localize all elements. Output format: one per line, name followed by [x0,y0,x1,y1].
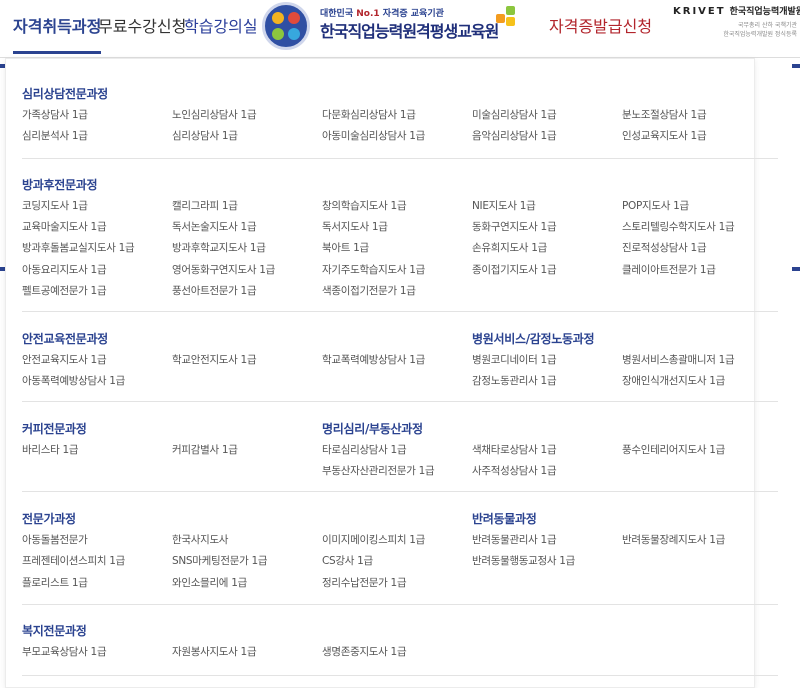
section-title-safety: 안전교육전문과정 [22,332,108,346]
course-link[interactable]: 부동산자산관리전문가 1급 [322,463,435,478]
course-link[interactable]: 음악심리상담사 1급 [472,128,557,143]
course-link[interactable]: 플로리스트 1급 [22,575,88,590]
section-divider [22,604,778,605]
section-title-afterschool: 방과후전문과정 [22,178,98,192]
krivet-line1: 국무총리 산하 국책기관 [737,22,797,29]
course-link[interactable]: 이미지메이킹스피치 1급 [322,532,425,547]
course-link[interactable]: NIE지도사 1급 [472,198,536,213]
course-link[interactable]: 풍수인테리어지도사 1급 [622,442,725,457]
section-title-counsel: 심리상담전문과정 [22,87,108,101]
course-link[interactable]: 바리스타 1급 [22,442,79,457]
course-link[interactable]: 아동미술심리상담사 1급 [322,128,425,143]
section-title-hospital: 병원서비스/감정노동과정 [472,332,595,346]
course-link[interactable]: 학교안전지도사 1급 [172,352,257,367]
course-link[interactable]: 안전교육지도사 1급 [22,352,107,367]
krivet-name: KRIVET [673,6,726,17]
course-link[interactable]: 타로심리상담사 1급 [322,442,407,457]
course-link[interactable]: 미술심리상담사 1급 [472,107,557,122]
course-link[interactable]: 아동요리지도사 1급 [22,262,107,277]
nav-cert-issue[interactable]: 자격증발급신청 [549,13,652,37]
krivet-line2: 한국직업능력개발원 정식등록 [723,31,797,38]
course-link[interactable]: 인성교육지도사 1급 [622,128,707,143]
section-divider [22,311,778,312]
course-link[interactable]: 영어동화구연지도사 1급 [172,262,275,277]
course-link[interactable]: 종이접기지도사 1급 [472,262,557,277]
course-link[interactable]: 독서논술지도사 1급 [172,219,257,234]
course-link[interactable]: 가족상담사 1급 [22,107,88,122]
course-link[interactable]: 병원서비스총괄매니저 1급 [622,352,735,367]
course-link[interactable]: 생명존중지도사 1급 [322,644,407,659]
section-title-pet: 반려동물과정 [472,512,537,526]
course-link[interactable]: 코딩지도사 1급 [22,198,88,213]
section-divider [22,401,778,402]
krivet-korean: 한국직업능력개발원 [729,7,800,17]
course-link[interactable]: 부모교육상담사 1급 [22,644,107,659]
course-link[interactable]: 색채타로상담사 1급 [472,442,557,457]
top-navigation-bar: 자격취득과정 무료수강신청 학습강의실 대한민국 No.1 자격증 교육기관 한… [0,0,800,58]
course-link[interactable]: 풍선아트전문가 1급 [172,283,257,298]
course-link[interactable]: 반려동물관리사 1급 [472,532,557,547]
course-link[interactable]: 정리수납전문가 1급 [322,575,407,590]
course-link[interactable]: 캘리그라피 1급 [172,198,238,213]
course-link[interactable]: 한국사지도사 [172,532,228,547]
course-link[interactable]: 아동폭력예방상담사 1급 [22,373,125,388]
course-link[interactable]: 아동돌봄전문가 [22,532,88,547]
course-link[interactable]: 병원코디네이터 1급 [472,352,557,367]
course-link[interactable]: 펠트공예전문가 1급 [22,283,107,298]
site-logo[interactable]: 대한민국 No.1 자격증 교육기관 한국직업능력원격평생교육원 [262,2,522,50]
course-link[interactable]: 진로적성상담사 1급 [622,240,707,255]
section-title-expert: 전문가과정 [22,512,76,526]
course-link[interactable]: 다문화심리상담사 1급 [322,107,416,122]
course-link[interactable]: 학교폭력예방상담사 1급 [322,352,425,367]
course-link[interactable]: 클레이아트전문가 1급 [622,262,716,277]
course-link[interactable]: 노인심리상담사 1급 [172,107,257,122]
course-link[interactable]: 감정노동관리사 1급 [472,373,557,388]
course-link[interactable]: 분노조절상담사 1급 [622,107,707,122]
course-link[interactable]: 반려동물장례지도사 1급 [622,532,725,547]
section-divider [22,675,778,676]
nav-certification[interactable]: 자격취득과정 [13,13,102,54]
section-title-welfare: 복지전문과정 [22,624,87,638]
course-link[interactable]: 북아트 1급 [322,240,369,255]
course-link[interactable]: 반려동물행동교정사 1급 [472,553,575,568]
logo-name: 한국직업능력원격평생교육원 [320,22,499,41]
right-marker [792,267,800,271]
krivet-logo: KRIVET 한국직업능력개발원 국무총리 산하 국책기관 한국직업능력개발원 정… [673,4,800,44]
nav-free-course[interactable]: 무료수강신청 [98,13,186,37]
course-link[interactable]: 심리상담사 1급 [172,128,238,143]
course-link[interactable]: 독서지도사 1급 [322,219,388,234]
course-link[interactable]: 방과후학교지도사 1급 [172,240,266,255]
course-link[interactable]: 심리분석사 1급 [22,128,88,143]
course-link[interactable]: 와인소믈리에 1급 [172,575,247,590]
section-divider [22,158,778,159]
course-link[interactable]: 창의학습지도사 1급 [322,198,407,213]
nav-learning-room[interactable]: 학습강의실 [184,13,258,37]
course-link[interactable]: 프레젠테이션스피치 1급 [22,553,125,568]
course-dropdown-panel: 심리상담전문과정 가족상담사 1급 노인심리상담사 1급 다문화심리상담사 1급… [5,58,778,688]
section-divider [22,491,778,492]
course-link[interactable]: SNS마케팅전문가 1급 [172,553,268,568]
leaf-icon [496,6,520,30]
course-link[interactable]: 손유희지도사 1급 [472,240,547,255]
course-link[interactable]: 색종이접기전문가 1급 [322,283,416,298]
course-link[interactable]: 자원봉사지도사 1급 [172,644,257,659]
course-link[interactable]: 방과후돌봄교실지도사 1급 [22,240,135,255]
section-title-coffee: 커피전문과정 [22,422,87,436]
course-link[interactable]: 장애인식개선지도사 1급 [622,373,725,388]
section-title-myeongri: 명리심리/부동산과정 [322,422,423,436]
course-link[interactable]: POP지도사 1급 [622,198,689,213]
course-link[interactable]: 자기주도학습지도사 1급 [322,262,425,277]
course-link[interactable]: 동화구연지도사 1급 [472,219,557,234]
right-marker [792,64,800,68]
course-link[interactable]: 커피감별사 1급 [172,442,238,457]
logo-emblem-icon [262,2,310,50]
course-link[interactable]: CS강사 1급 [322,553,373,568]
course-link[interactable]: 사주적성상담사 1급 [472,463,557,478]
course-link[interactable]: 교육마술지도사 1급 [22,219,107,234]
course-link[interactable]: 스토리텔링수학지도사 1급 [622,219,735,234]
